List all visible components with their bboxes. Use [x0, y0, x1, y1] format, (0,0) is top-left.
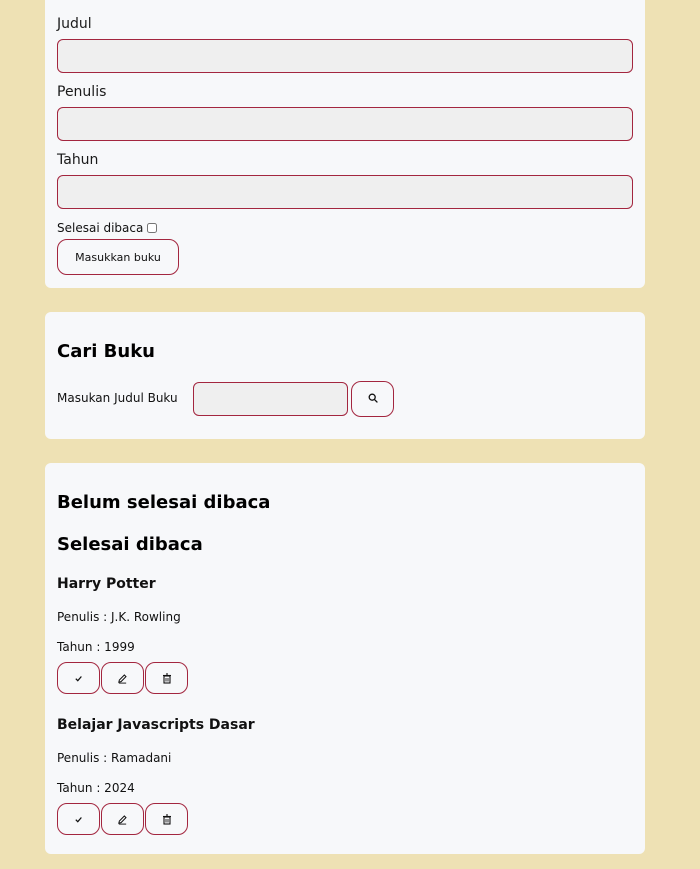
book-title: Belajar Javascripts Dasar: [57, 717, 255, 733]
trash-icon: [162, 672, 171, 684]
check-icon: [75, 816, 82, 823]
submit-book-button[interactable]: Masukkan buku: [57, 239, 179, 275]
author-label: Penulis: [57, 84, 107, 100]
finished-label: Selesai dibaca: [57, 221, 144, 235]
book-actions: [57, 662, 188, 694]
search-icon: [368, 393, 378, 403]
search-card: Cari Buku Masukan Judul Buku: [45, 312, 645, 439]
search-heading: Cari Buku: [57, 341, 155, 362]
author-input[interactable]: [57, 107, 633, 141]
book-author: Penulis : Ramadani: [57, 751, 172, 765]
year-label: Tahun: [57, 152, 99, 168]
book-title: Harry Potter: [57, 576, 156, 592]
trash-icon: [162, 813, 171, 825]
finished-checkbox[interactable]: [147, 223, 158, 233]
search-input[interactable]: [193, 382, 348, 416]
search-label: Masukan Judul Buku: [57, 391, 178, 405]
book-year: Tahun : 1999: [57, 640, 135, 654]
book-actions: [57, 803, 188, 835]
check-icon: [75, 675, 82, 682]
mark-read-button[interactable]: [57, 662, 100, 694]
delete-button[interactable]: [145, 662, 188, 694]
edit-button[interactable]: [101, 803, 144, 835]
search-button[interactable]: [351, 381, 394, 417]
read-shelf-heading: Selesai dibaca: [57, 534, 203, 555]
title-label: Judul: [57, 16, 92, 32]
mark-read-button[interactable]: [57, 803, 100, 835]
title-input[interactable]: [57, 39, 633, 73]
edit-button[interactable]: [101, 662, 144, 694]
pencil-icon: [118, 673, 127, 684]
book-author: Penulis : J.K. Rowling: [57, 610, 181, 624]
finished-row: Selesai dibaca: [57, 221, 158, 235]
book-year: Tahun : 2024: [57, 781, 135, 795]
unread-shelf-heading: Belum selesai dibaca: [57, 492, 271, 513]
bookshelf-card: Belum selesai dibaca Selesai dibaca Harr…: [45, 463, 645, 854]
year-input[interactable]: [57, 175, 633, 209]
pencil-icon: [118, 814, 127, 825]
delete-button[interactable]: [145, 803, 188, 835]
book-form-card: Judul Penulis Tahun Selesai dibaca Masuk…: [45, 0, 645, 288]
